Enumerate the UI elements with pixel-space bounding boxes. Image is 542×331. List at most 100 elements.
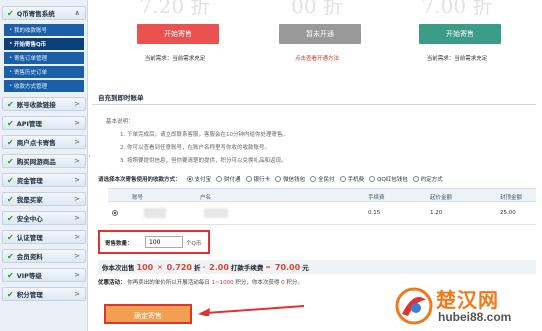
menu-account-payment-link[interactable]: ✔ 账号收款链接 > xyxy=(2,97,86,111)
watermark-logo-icon xyxy=(395,287,433,325)
menu-label: 我是买家 xyxy=(16,196,43,204)
menu-label: 安全中心 xyxy=(16,215,43,223)
rate-value: 00 折 xyxy=(291,0,343,18)
radio-tenpay[interactable]: 财付通 xyxy=(216,175,241,183)
formula-rate-unit: 折 xyxy=(193,264,201,272)
chevron-right-icon: > xyxy=(74,214,80,222)
chevron-right-icon: > xyxy=(74,176,80,184)
chevron-right-icon: > xyxy=(74,157,80,165)
promo-label: 优惠活动： xyxy=(98,280,126,286)
column-header-username: 户名 xyxy=(200,195,212,201)
radio-phone[interactable]: 手机费 xyxy=(339,175,364,183)
formula-times: × xyxy=(157,263,163,271)
check-icon: ✔ xyxy=(7,175,14,185)
chevron-right-icon: > xyxy=(74,271,80,279)
formula-fee: 2.00 xyxy=(209,262,229,272)
quantity-unit: 个Q币 xyxy=(186,241,202,247)
promo-suffix: 积分，你本次获得 xyxy=(235,280,280,286)
divider xyxy=(108,224,536,225)
sub-item-payment-methods[interactable]: 收款方式管理 xyxy=(4,80,84,92)
watermark-text: 楚汉网 xyxy=(436,288,499,312)
menu-label: 积分管理 xyxy=(16,291,43,299)
sub-item-start-consignment[interactable]: 开始寄售Q币 xyxy=(4,38,84,50)
table-row[interactable]: 0.15 1.20 25.00 xyxy=(108,206,536,222)
radio-wechat[interactable]: 微信钱包 xyxy=(275,175,305,183)
sub-item-label: 开始寄售Q币 xyxy=(14,42,47,48)
check-icon: ✔ xyxy=(7,232,14,242)
instructions: 基本说明： 1. 下单完成后，请立即联系客服，客服会在10分钟内给你处理寄售。 … xyxy=(106,116,526,168)
chevron-right-icon: > xyxy=(74,290,80,298)
sub-item-my-accounts[interactable]: 我的收款账号 xyxy=(4,24,84,36)
column-header-max: 封顶金额 xyxy=(500,195,523,201)
chevron-right-icon: > xyxy=(74,119,80,127)
sub-item-label: 收款方式管理 xyxy=(14,84,48,90)
not-available-button[interactable]: 暂未开通 xyxy=(279,24,361,44)
instruction-line: 2. 你可以查看到任意账号，在账户名称里写你收的收款账号。 xyxy=(120,145,270,151)
radio-icon xyxy=(310,176,317,182)
menu-funds[interactable]: ✔ 资金管理 > xyxy=(2,173,86,187)
radio-icon xyxy=(186,176,193,182)
price-formula: 你本次出售 100 × 0.720 折 - 2.00 打款手续费 = 70.00… xyxy=(98,260,536,274)
menu-api-management[interactable]: ✔ API管理 > xyxy=(2,116,86,130)
menu-verification[interactable]: ✔ 认证管理 > xyxy=(2,230,86,244)
check-icon: ✔ xyxy=(7,194,14,204)
sidebar: ✔ Q币寄售系统 ∧ 我的收款账号 开始寄售Q币 寄售订单管理 寄售历史订单 收… xyxy=(0,0,88,331)
check-icon: ✔ xyxy=(7,270,14,280)
menu-label: 账号收款链接 xyxy=(16,101,56,109)
formula-qty: 100 xyxy=(136,262,154,272)
column-header-min: 起价金额 xyxy=(430,195,453,201)
activation-link[interactable]: 点击查看开通方法 xyxy=(252,54,382,62)
quantity-input[interactable] xyxy=(145,236,183,248)
radio-alipay[interactable]: 支付宝 xyxy=(186,175,212,183)
formula-fee-text: 打款手续费 xyxy=(230,264,264,272)
check-icon: ✔ xyxy=(7,289,14,299)
menu-member-profile[interactable]: ✔ 会员资料 > xyxy=(2,249,86,263)
formula-currency: 元 xyxy=(302,264,309,272)
radio-bank-card[interactable]: 银行卡 xyxy=(245,175,271,183)
promo-body: 你再卖出的单价所以开展活动每日 xyxy=(127,280,210,286)
menu-label: 认证管理 xyxy=(16,234,43,242)
promo-range: 1~1000 xyxy=(211,280,234,286)
check-icon: ✔ xyxy=(7,137,14,147)
menu-merchant-card[interactable]: ✔ 商户点卡寄售 > xyxy=(2,135,86,149)
section-tab[interactable]: 自充到即时账单 xyxy=(98,92,144,102)
radio-label: 微信钱包 xyxy=(283,177,306,183)
site-watermark: 楚汉网 hubei88.com xyxy=(392,282,542,331)
start-consignment-button[interactable]: 开始寄售 xyxy=(137,24,219,44)
radio-label: 全民付 xyxy=(318,177,335,183)
menu-points[interactable]: ✔ 积分管理 > xyxy=(2,287,86,301)
menu-label: Q币寄售系统 xyxy=(16,10,55,18)
sub-item-order-history[interactable]: 寄售历史订单 xyxy=(4,66,84,78)
payment-method-label: 请选择本次寄售使用的收款方式： xyxy=(98,177,181,183)
menu-q-coin-consignment[interactable]: ✔ Q币寄售系统 ∧ xyxy=(2,6,86,20)
formula-total: 70.00 xyxy=(274,262,301,272)
quantity-label: 寄售数量： xyxy=(105,241,133,247)
radio-label: 银行卡 xyxy=(253,177,271,183)
cell-fee: 0.15 xyxy=(368,210,381,216)
menu-security[interactable]: ✔ 安全中心 > xyxy=(2,211,86,225)
radio-label: 支付宝 xyxy=(194,177,212,183)
check-icon: ✔ xyxy=(7,251,14,261)
chevron-right-icon: > xyxy=(74,195,80,203)
radio-quanminfu[interactable]: 全民付 xyxy=(310,175,335,183)
menu-label: VIP等级 xyxy=(16,272,42,280)
confirm-consignment-button[interactable]: 确定寄售 xyxy=(104,304,192,324)
menu-buyer[interactable]: ✔ 我是买家 > xyxy=(2,192,86,206)
radio-agreed[interactable]: 约定方式 xyxy=(412,175,443,183)
menu-label: 资金管理 xyxy=(16,177,43,185)
radio-qq-wallet[interactable]: QQ红包钱包 xyxy=(369,175,408,183)
radio-icon xyxy=(245,176,252,182)
menu-vip-level[interactable]: ✔ VIP等级 > xyxy=(2,268,86,282)
cell-max: 25.00 xyxy=(500,210,516,216)
formula-prefix: 你本次出售 xyxy=(102,264,135,272)
chevron-right-icon: > xyxy=(74,252,80,260)
start-consignment-button[interactable]: 开始寄售 xyxy=(419,24,501,44)
row-select-radio[interactable] xyxy=(112,210,118,216)
sub-item-label: 寄售历史订单 xyxy=(14,70,48,76)
demand-note: 当前需求：当前需求充足 xyxy=(144,56,206,62)
check-icon: ✔ xyxy=(7,156,14,166)
menu-label: API管理 xyxy=(16,120,42,128)
watermark-url: hubei88.com xyxy=(438,310,512,324)
menu-buy-game-items[interactable]: ✔ 购买网游商品 > xyxy=(2,154,86,168)
sub-item-order-management[interactable]: 寄售订单管理 xyxy=(4,52,84,64)
